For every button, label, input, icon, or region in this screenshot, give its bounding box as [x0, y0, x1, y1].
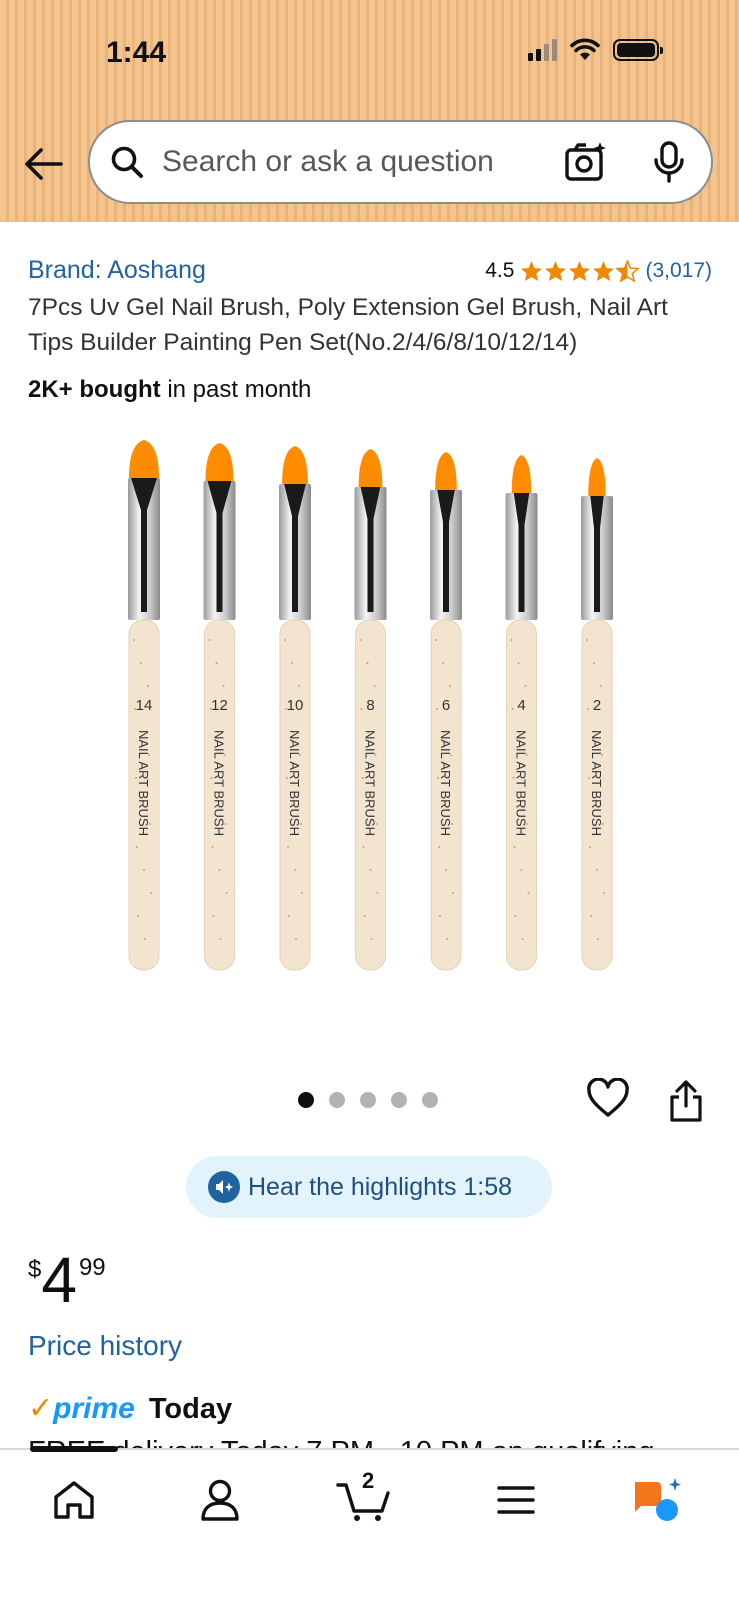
- brush-4: 4 NAIL ART BRUSH: [505, 455, 538, 971]
- nav-rufus[interactable]: [630, 1474, 686, 1526]
- price-whole: 4: [41, 1244, 77, 1316]
- star-icon: [569, 260, 591, 281]
- camera-search-button[interactable]: [563, 139, 609, 185]
- rating-value: 4.5: [485, 258, 515, 282]
- nav-menu[interactable]: [488, 1474, 544, 1526]
- brush-size-label: 4: [517, 697, 525, 714]
- star-rating: [520, 259, 640, 282]
- price-fraction: 99: [78, 1254, 106, 1281]
- wishlist-button[interactable]: [586, 1077, 630, 1122]
- search-input[interactable]: Search or ask a question: [162, 145, 563, 179]
- hear-highlights-label: Hear the highlights 1:58: [248, 1172, 513, 1201]
- brush-brand-label: NAIL ART BRUSH: [589, 730, 604, 836]
- image-carousel-dots: [298, 1092, 438, 1108]
- prime-delivery-row: ✓ prime Today: [28, 1392, 232, 1426]
- brand-rating-row: Brand: Aoshang 4.5 (3,017): [28, 256, 712, 285]
- product-title: 7Pcs Uv Gel Nail Brush, Poly Extension G…: [28, 294, 668, 356]
- rating-summary[interactable]: 4.5 (3,017): [485, 259, 712, 283]
- brush-size-label: 12: [211, 697, 228, 714]
- carousel-dot[interactable]: [391, 1092, 407, 1108]
- nav-home[interactable]: [46, 1474, 102, 1526]
- battery-icon: [613, 39, 663, 61]
- brush-brand-label: NAIL ART BRUSH: [136, 730, 151, 836]
- audio-sparkle-icon: [208, 1171, 240, 1203]
- bought-count: 2K+ bought in past month: [28, 376, 312, 403]
- prime-check-icon: ✓: [28, 1392, 54, 1425]
- carousel-dot[interactable]: [329, 1092, 345, 1108]
- carousel-dot[interactable]: [360, 1092, 376, 1108]
- carousel-dot[interactable]: [422, 1092, 438, 1108]
- status-icons: [528, 38, 663, 62]
- person-icon: [201, 1479, 239, 1521]
- wifi-icon: [570, 38, 600, 60]
- app-header: 1:44 Search or ask a question: [0, 0, 739, 222]
- brush-10: 10 NAIL ART BRUSH: [279, 446, 311, 971]
- star-icon: [593, 260, 615, 281]
- price: $ 4 99: [28, 1248, 106, 1312]
- voice-search-button[interactable]: [649, 139, 689, 185]
- heart-icon: [587, 1077, 629, 1117]
- brush-size-label: 10: [287, 697, 304, 714]
- brush-14: 14 NAIL ART BRUSH: [128, 440, 160, 971]
- star-icon: [521, 260, 543, 281]
- prime-logo: prime: [53, 1392, 135, 1425]
- review-count[interactable]: (3,017): [645, 259, 712, 283]
- brush-2: 2 NAIL ART BRUSH: [581, 458, 613, 971]
- brush-8: 8 NAIL ART BRUSH: [354, 449, 387, 971]
- product-image[interactable]: 14 NAIL ART BRUSH 12 NAIL ART BRUSH 10 NAIL A…: [110, 440, 630, 1020]
- rufus-chat-icon: [635, 1478, 681, 1521]
- star-icon: [545, 260, 567, 281]
- hear-highlights-button[interactable]: Hear the highlights 1:58: [186, 1156, 552, 1218]
- brush-brand-label: NAIL ART BRUSH: [514, 730, 529, 836]
- active-tab-indicator: [30, 1446, 118, 1452]
- brush-6: 6 NAIL ART BRUSH: [430, 452, 462, 971]
- brush-size-label: 6: [442, 697, 450, 714]
- brush-brand-label: NAIL ART BRUSH: [212, 730, 227, 836]
- home-icon: [54, 1481, 94, 1519]
- arrow-left-icon: [25, 148, 63, 180]
- brush-brand-label: NAIL ART BRUSH: [287, 730, 302, 836]
- microphone-icon: [654, 141, 684, 183]
- back-button[interactable]: [20, 142, 66, 186]
- menu-icon: [497, 1486, 535, 1514]
- share-button[interactable]: [668, 1080, 708, 1124]
- share-icon: [670, 1080, 702, 1122]
- carousel-dot[interactable]: [298, 1092, 314, 1108]
- price-history-link[interactable]: Price history: [28, 1330, 182, 1362]
- half-star-icon: [616, 259, 640, 282]
- nav-account[interactable]: [192, 1474, 248, 1526]
- brush-size-label: 14: [136, 697, 153, 714]
- brush-12: 12 NAIL ART BRUSH: [203, 443, 236, 971]
- brush-brand-label: NAIL ART BRUSH: [438, 730, 453, 836]
- brush-size-label: 8: [366, 697, 374, 714]
- brush-brand-label: NAIL ART BRUSH: [363, 730, 378, 836]
- cart-count-badge: 2: [362, 1468, 375, 1493]
- camera-sparkle-icon: [565, 142, 606, 181]
- brush-size-label: 2: [593, 697, 601, 714]
- status-time: 1:44: [106, 36, 167, 69]
- price-symbol: $: [28, 1256, 42, 1283]
- signal-icon: [528, 39, 557, 61]
- search-box[interactable]: Search or ask a question: [88, 120, 713, 204]
- search-icon: [111, 146, 143, 178]
- prime-delivery-day: Today: [148, 1392, 233, 1425]
- brand-link[interactable]: Brand: Aoshang: [28, 256, 206, 285]
